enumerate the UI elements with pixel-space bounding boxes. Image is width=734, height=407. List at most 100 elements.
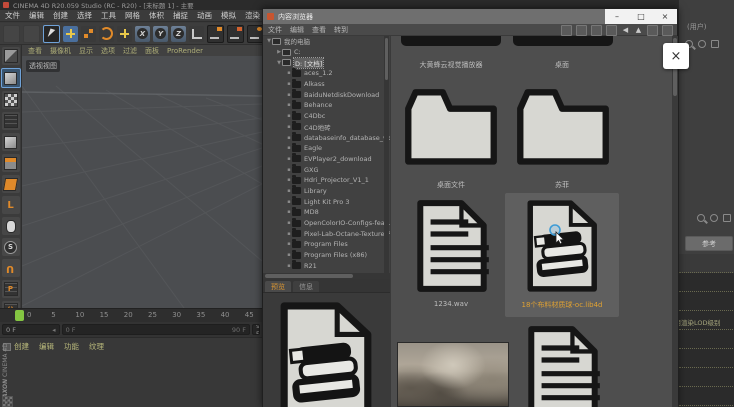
app-menu-item[interactable]: 选择 xyxy=(77,10,92,21)
texture-mode-icon[interactable] xyxy=(2,91,20,109)
folder-item-icon[interactable] xyxy=(513,84,613,168)
timeline-ruler[interactable]: 051015202530354045 xyxy=(0,308,262,323)
viewport-solo-icon[interactable] xyxy=(2,217,20,235)
render-picture-viewer-button[interactable] xyxy=(227,25,244,43)
app-menu-item[interactable]: 创建 xyxy=(53,10,68,21)
viewport-menu-item[interactable]: 显示 xyxy=(79,46,93,56)
browser-item-label[interactable]: 苏菲 xyxy=(507,180,617,190)
attribute-row[interactable] xyxy=(679,387,734,406)
app-menu-item[interactable]: 动画 xyxy=(197,10,212,21)
tree-item[interactable]: ▪Alkass xyxy=(263,79,390,90)
scroll-thumb[interactable] xyxy=(265,274,353,278)
tree-item[interactable]: ▪Eagle xyxy=(263,143,390,154)
tree-item[interactable]: ▪Program Files (x86) xyxy=(263,250,390,261)
rotate-tool[interactable] xyxy=(99,26,114,42)
render-view-button[interactable] xyxy=(207,25,224,43)
end-frame-field[interactable]: 90 F xyxy=(252,324,260,335)
polygon-mode-icon[interactable] xyxy=(2,175,20,193)
browser-item-label[interactable]: 桌面 xyxy=(507,60,617,70)
attribute-row[interactable] xyxy=(679,330,734,349)
browser-menu-item[interactable]: 转到 xyxy=(334,25,348,35)
browser-item-label[interactable]: 18个布料材质球-oc.lib4d xyxy=(507,300,617,310)
edge-mode-icon[interactable] xyxy=(2,154,20,172)
document-item-icon[interactable] xyxy=(413,198,491,294)
material-menu-item[interactable]: 编辑 xyxy=(39,341,54,352)
search-icon[interactable] xyxy=(697,214,705,222)
tree-item[interactable]: ▪Light Kit Pro 3 xyxy=(263,196,390,207)
coordinate-system-toggle[interactable] xyxy=(189,26,204,42)
app-menu-item[interactable]: 编辑 xyxy=(29,10,44,21)
tree-vertical-scrollbar[interactable] xyxy=(384,36,389,273)
browser-menu-item[interactable]: 文件 xyxy=(268,25,282,35)
attribute-row[interactable] xyxy=(679,349,734,368)
browser-item-label[interactable]: 大黄蜂云视觉播放器 xyxy=(396,60,506,70)
layout-grid-icon[interactable] xyxy=(2,396,13,407)
viewport-menu-item[interactable]: ProRender xyxy=(167,47,203,55)
workplane-mode-icon[interactable] xyxy=(2,112,20,130)
magnet-tool-icon[interactable]: U xyxy=(2,259,20,277)
last-tool[interactable] xyxy=(117,26,132,42)
tree-item[interactable]: ▪Library xyxy=(263,186,390,197)
panel-icon[interactable] xyxy=(662,25,673,36)
folder-item-icon[interactable] xyxy=(401,84,501,168)
timeline-playhead[interactable] xyxy=(15,310,24,321)
back-icon[interactable]: ◀ xyxy=(621,26,630,35)
scale-tool[interactable] xyxy=(81,26,96,42)
search-icon[interactable] xyxy=(647,25,658,36)
tab-preview[interactable]: 预览 xyxy=(265,281,291,292)
viewport-menu-item[interactable]: 摄像机 xyxy=(50,46,71,56)
tree-item[interactable]: ▪MD8 xyxy=(263,207,390,218)
tree-item-selected[interactable]: ▼D: [文档] xyxy=(263,57,390,68)
scroll-thumb[interactable] xyxy=(385,38,388,80)
attribute-row[interactable] xyxy=(679,292,734,311)
viewport-menu-item[interactable]: 选项 xyxy=(101,46,115,56)
app-menu-item[interactable]: 体积 xyxy=(149,10,164,21)
cloud-icon[interactable] xyxy=(576,25,587,36)
viewport-menu-item[interactable]: 过滤 xyxy=(123,46,137,56)
move-tool[interactable] xyxy=(63,26,78,42)
up-icon[interactable]: ▲ xyxy=(634,26,643,35)
filter-icon[interactable] xyxy=(561,25,572,36)
app-menu-item[interactable]: 捕捉 xyxy=(173,10,188,21)
tree-item[interactable]: ▪GXG xyxy=(263,164,390,175)
document-item-icon[interactable] xyxy=(524,324,602,407)
tree-item[interactable]: ▶C: xyxy=(263,47,390,58)
user-icon[interactable] xyxy=(698,40,706,48)
panel-tab-label[interactable]: (用户) xyxy=(687,22,706,32)
axis-z-lock[interactable]: Z xyxy=(171,26,186,42)
tree-item[interactable]: ▪Pixel-Lab-Octane-Texture-P xyxy=(263,228,390,239)
tree-item[interactable]: ▪databaseinfo_database_vbs xyxy=(263,132,390,143)
gear-icon[interactable] xyxy=(711,40,719,48)
browser-menu-item[interactable]: 查看 xyxy=(312,25,326,35)
frame-range-slider[interactable]: 0 F 90 F xyxy=(62,324,250,335)
snap-toggle-icon[interactable]: S xyxy=(2,238,20,256)
attribute-row[interactable] xyxy=(679,273,734,292)
app-menu-item[interactable]: 工具 xyxy=(101,10,116,21)
tree-item[interactable]: ▪EVPlayer2_download xyxy=(263,154,390,165)
axis-x-lock[interactable]: X xyxy=(135,26,150,42)
tree-item[interactable]: ▼我的电脑 xyxy=(263,36,390,47)
app-menu-item[interactable]: 模拟 xyxy=(221,10,236,21)
tree-item[interactable]: ▪C4Dbc xyxy=(263,111,390,122)
maximize-button[interactable]: □ xyxy=(629,9,653,24)
tree-item[interactable]: ▪OpenColorIO-Configs-featu xyxy=(263,218,390,229)
attribute-row[interactable]: 使用渲染LOD级别 xyxy=(679,311,734,330)
app-menu-item[interactable]: 渲染 xyxy=(245,10,260,21)
live-selection-tool[interactable] xyxy=(43,25,60,43)
folder-icon-partial[interactable] xyxy=(513,36,613,46)
workplane-p-icon[interactable]: P xyxy=(2,280,20,298)
viewport-menu-item[interactable]: 查看 xyxy=(28,46,42,56)
browser-item-label[interactable]: 1234.wav xyxy=(396,300,506,308)
frame-spinner-icon[interactable]: ◂ xyxy=(52,326,55,334)
reference-button[interactable]: 参考 xyxy=(685,236,733,251)
attribute-row[interactable] xyxy=(679,368,734,387)
tree-item[interactable]: ▪Behance xyxy=(263,100,390,111)
redo-button[interactable] xyxy=(23,25,40,43)
tree-item[interactable]: ▪aces_1.2 xyxy=(263,68,390,79)
material-menu-item[interactable]: 创建 xyxy=(14,341,29,352)
tree-item[interactable]: ▪R21 xyxy=(263,260,390,271)
tree-item[interactable]: ▪Program Files xyxy=(263,239,390,250)
point-mode-icon[interactable] xyxy=(2,133,20,151)
tree-item[interactable]: ▪Hdri_Projector_V1_1 xyxy=(263,175,390,186)
viewport[interactable]: 查看摄像机显示选项过滤面板ProRender 透视视图 xyxy=(22,45,262,308)
